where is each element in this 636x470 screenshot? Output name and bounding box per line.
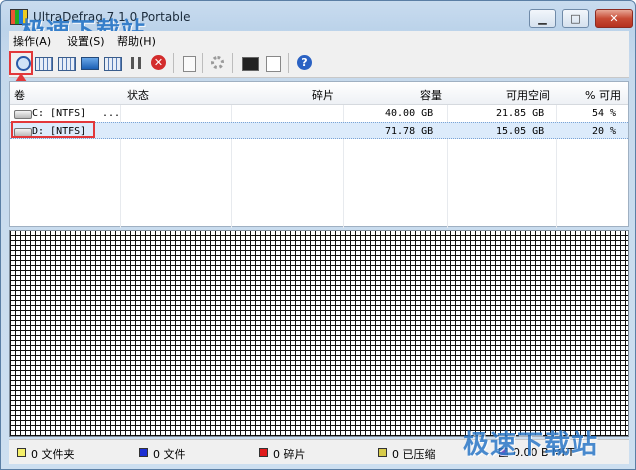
close-button[interactable]: ✕ (595, 9, 633, 28)
legend-label: 0 文件 (153, 448, 186, 461)
help-icon: ? (297, 55, 312, 70)
defrag-icon (35, 57, 53, 71)
script-icon (266, 56, 281, 72)
legend-swatch (139, 448, 148, 457)
full-optimize-button[interactable] (81, 54, 99, 72)
help-button[interactable]: ? (296, 54, 314, 72)
watermark-bottom: 极速下载站 (463, 430, 599, 460)
legend-swatch (378, 448, 387, 457)
menu-help[interactable]: 帮助(H) (117, 33, 156, 49)
report-icon (183, 56, 196, 72)
main-window: UltraDefrag 7.1.0 Portable ▁ □ ✕ 极速下载站 操… (0, 0, 636, 470)
toolbar-separator (232, 53, 233, 73)
boot-script-button[interactable] (264, 54, 282, 72)
column-header: 卷 状态 碎片 容量 可用空间 % 可用 (10, 82, 628, 105)
stop-icon: ✕ (151, 55, 166, 70)
legend-swatch (17, 448, 26, 457)
full-optimize-icon (81, 57, 99, 70)
cell-percent: 54 % (592, 108, 617, 119)
cluster-map (9, 230, 629, 437)
mft-optimize-button[interactable] (104, 54, 122, 72)
maximize-button[interactable]: □ (562, 9, 589, 28)
settings-button[interactable] (209, 54, 227, 72)
drive-list[interactable]: 卷 状态 碎片 容量 可用空间 % 可用 C: [NTFS] ... 40.00… (9, 81, 629, 228)
menu-settings[interactable]: 设置(S) (67, 33, 105, 49)
table-row-selected[interactable]: D: [NTFS] 71.78 GB 15.05 GB 20 % (10, 121, 628, 139)
menu-bar: 操作(A) 设置(S) 帮助(H) (9, 31, 629, 49)
report-button[interactable] (179, 54, 197, 72)
stop-button[interactable]: ✕ (150, 54, 168, 72)
toolbar: ✕ ? (9, 49, 629, 78)
toolbar-separator (288, 53, 289, 73)
pause-icon (131, 57, 141, 69)
cell-free: 15.05 GB (496, 126, 545, 137)
cell-status: ... (102, 108, 121, 119)
boot-time-button[interactable] (241, 54, 259, 72)
annotation-highlight (11, 121, 95, 138)
col-fragments[interactable]: 碎片 (312, 87, 334, 103)
cell-volume: C: [NTFS] (32, 108, 87, 119)
col-capacity[interactable]: 容量 (420, 87, 442, 103)
terminal-icon (242, 57, 259, 71)
legend-swatch (259, 448, 268, 457)
col-free-space[interactable]: 可用空间 (506, 87, 550, 103)
cell-capacity: 71.78 GB (385, 126, 434, 137)
legend-label: 0 碎片 (273, 448, 306, 461)
mft-optimize-icon (104, 57, 122, 71)
cell-percent: 20 % (592, 126, 617, 137)
gear-icon (211, 56, 224, 69)
defrag-button[interactable] (35, 54, 53, 72)
col-volume[interactable]: 卷 (14, 87, 25, 103)
col-status[interactable]: 状态 (127, 87, 149, 103)
cell-capacity: 40.00 GB (385, 108, 434, 119)
pause-button[interactable] (127, 54, 145, 72)
legend-label: 0 文件夹 (31, 448, 75, 461)
toolbar-separator (202, 53, 203, 73)
quick-optimize-icon (58, 57, 76, 71)
col-percent-free[interactable]: % 可用 (585, 87, 621, 103)
minimize-button[interactable]: ▁ (529, 9, 556, 28)
analyze-button[interactable] (9, 51, 33, 75)
legend-label: 0 已压缩 (392, 448, 436, 461)
menu-action[interactable]: 操作(A) (13, 33, 51, 49)
drive-icon (14, 110, 32, 119)
quick-optimize-button[interactable] (58, 54, 76, 72)
table-row[interactable]: C: [NTFS] ... 40.00 GB 21.85 GB 54 % (10, 105, 628, 122)
toolbar-separator (173, 53, 174, 73)
cell-free: 21.85 GB (496, 108, 545, 119)
magnifier-icon (16, 56, 31, 71)
